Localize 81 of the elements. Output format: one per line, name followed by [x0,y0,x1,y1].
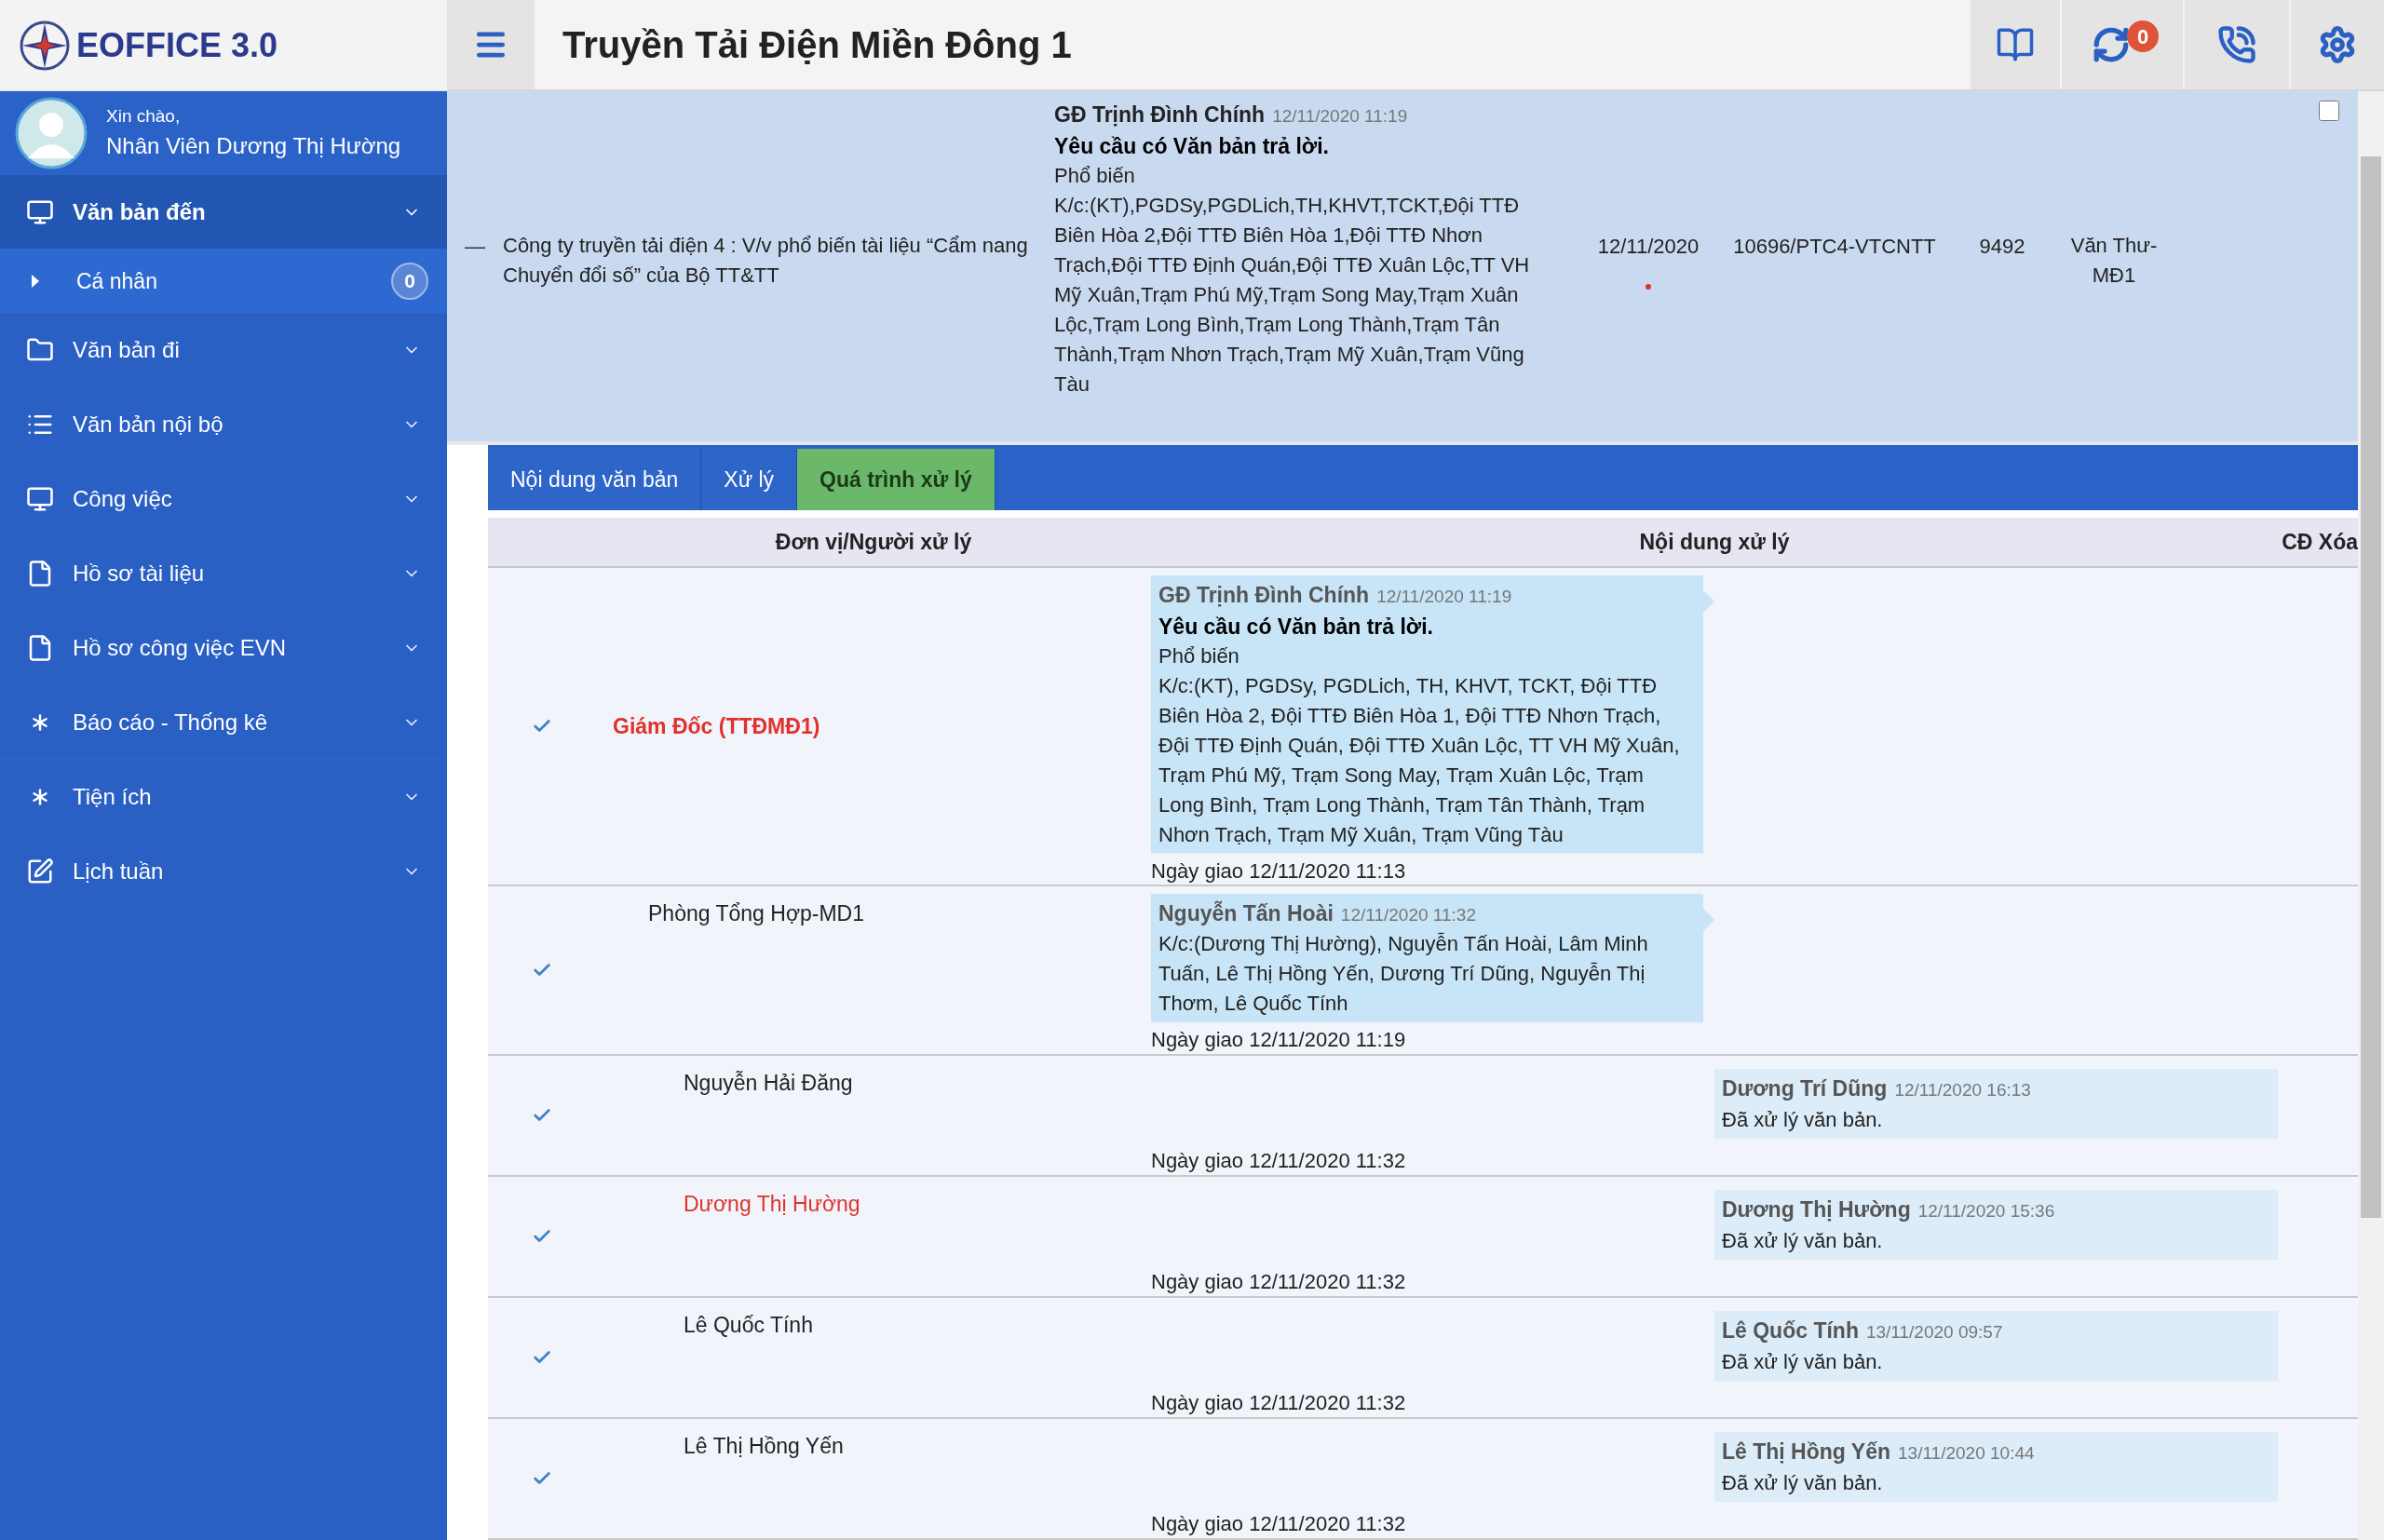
author-name: GĐ Trịnh Đình Chính [1054,101,1266,128]
content-text: K/c:(Dương Thị Hường), Nguyễn Tấn Hoài, Lâm Minh Tuấn, Lê Thị Hồng Yến, Dương Trí Dũng, Nguyễn Thị Thơm, Lê Quốc Tính [1158,931,1649,1018]
content-text: Đã xử lý văn bản. [1722,1348,1884,1375]
content-text: Phổ biến [1158,642,1240,669]
menu-label: Văn bản đi [73,335,181,364]
assigned-date: Ngày giao 12/11/2020 11:32 [1151,1148,1407,1174]
assigned-date: Ngày giao 12/11/2020 11:13 [1151,858,1407,885]
document-date: 12/11/2020 [1597,234,1700,260]
content-text: Đã xử lý văn bản. [1722,1227,1884,1254]
settings-button[interactable] [2291,0,2384,89]
settings-icon [2318,25,2357,64]
handler-name: Lê Quốc Tính [684,1312,813,1339]
content-text: K/c:(KT), PGDSy, PGDLich, TH, KHVT, TCKT, Đội TTĐ Biên Hòa 2, Đội TTĐ Biên Hòa 1, Đội TTĐ Nhơn Trạch, Đội TTĐ Định Quán, Đội TTĐ Xuân Lộc, TT VH Mỹ Xuân, Trạm Phú Mỹ, Trạm Song May, Trạm Xuân Lộc, Trạm Long Bình, Trạm Long Thành, Trạm Tân Thành, Trạm Nhơn Trạch, Trạm Mỹ Xuân, Trạm Vũng Tàu [1158,672,1681,848]
timestamp: 12/11/2020 16:13 [1894,1079,2031,1101]
tab[interactable]: Quá trình xử lý [797,449,996,510]
assigned-date: Ngày giao 12/11/2020 11:32 [1151,1390,1407,1416]
handler-name: Lê Thị Hồng Yến [684,1433,844,1460]
author-name: Lê Thị Hồng Yến [1722,1439,1891,1466]
sidebar-item[interactable]: Văn bản đến [0,175,447,250]
column-header: Đơn vị/Người xử lý [774,528,973,556]
handler-name: Nguyễn Hải Đăng [684,1070,853,1097]
handler-name: Phòng Tổng Hợp-MD1 [648,899,864,927]
author-name: Dương Trí Dũng [1722,1075,1888,1102]
author-name: Dương Thị Hường [1722,1196,1911,1223]
menu-label: Hồ sơ tài liệu [73,559,206,588]
greeting-text: Xin chào, [106,104,182,128]
caret-icon [32,275,39,288]
app-logo-text: EOFFICE 3.0 [76,24,278,66]
menu-label: Báo cáo - Thống kê [73,708,269,736]
content-text: K/c:(KT),PGDSy,PGDLich,TH,KHVT,TCKT,Đội TTĐ Biên Hòa 2,Đội TTĐ Biên Hòa 1,Đội TTĐ Nhơn Trạch,Đội TTĐ Định Quán,Đội TTĐ Xuân Lộc,TT VH Mỹ Xuân,Trạm Phú Mỹ,Trạm Song May,Trạm Xuân Lộc,Trạm Long Bình,Trạm Long Thành,Trạm Tân Thành,Trạm Nhơn Trạch,Trạm Mỹ Xuân,Trạm Vũng Tàu [1054,192,1531,398]
menu-label: Lịch tuần [73,857,165,885]
timestamp: 13/11/2020 10:44 [1898,1442,2035,1465]
timestamp: 12/11/2020 11:19 [1376,586,1512,608]
scrollbar[interactable] [2358,91,2384,1540]
request-text: Yêu cầu có Văn bản trả lời. [1158,613,1434,641]
phone-icon [2217,25,2256,64]
handler-name: Giám Đốc (TTĐMĐ1) [613,713,820,740]
submenu-item[interactable]: Cá nhân 0 [0,250,447,313]
author-name: Lê Quốc Tính [1722,1317,1859,1344]
document-row[interactable] [447,91,2358,445]
notification-badge: 0 [2127,20,2159,52]
logo-icon [19,19,71,72]
menu-label: Văn bản nội bộ [73,410,224,439]
handbook-button[interactable] [1971,0,2060,89]
column-header: CĐ Xóa [2281,528,2358,556]
page-title: Truyền Tải Điện Miền Đông 1 [562,23,1073,67]
count-badge: 0 [391,263,428,300]
content-text: Đã xử lý văn bản. [1722,1469,1884,1496]
menu-button[interactable] [447,0,535,89]
scrollbar-thumb[interactable] [2361,156,2381,1218]
column-header: Nội dung xử lý [1638,528,1791,556]
document-number: 10696/PTC4-VTCNTT [1732,234,1937,260]
avatar-icon [15,97,88,169]
request-text: Yêu cầu có Văn bản trả lời. [1054,132,1330,160]
document-code: 9492 [1978,234,2026,260]
timestamp: 12/11/2020 15:36 [1917,1200,2055,1223]
select-checkbox[interactable] [2319,101,2339,121]
sender-name: Văn Thư-MĐ1 [2069,233,2159,289]
handler-name: Dương Thị Hường [684,1191,860,1218]
menu-label: Tiện ích [73,782,153,811]
sync-button[interactable]: 0 [2062,0,2183,89]
menu-label: Văn bản đến [73,197,207,226]
timestamp: 13/11/2020 09:57 [1865,1321,2003,1344]
content-text: Đã xử lý văn bản. [1722,1106,1884,1133]
author-name: Nguyễn Tấn Hoài [1158,899,1334,927]
phone-button[interactable] [2185,0,2289,89]
edit-icon [26,857,54,885]
assigned-date: Ngày giao 12/11/2020 11:32 [1151,1511,1407,1537]
menu-label: Công việc [73,484,173,513]
user-name: Nhân Viên Dương Thị Hường [106,132,401,161]
timestamp: 12/11/2020 11:19 [1272,105,1408,128]
assigned-date: Ngày giao 12/11/2020 11:32 [1151,1269,1407,1295]
menu-label: Cá nhân [76,267,158,295]
menu-label: Hồ sơ công việc EVN [73,633,288,662]
author-name: GĐ Trịnh Đình Chính [1158,582,1370,609]
collapse-toggle[interactable]: — [447,231,503,262]
timestamp: 12/11/2020 11:32 [1340,903,1476,926]
content-text: Phổ biến [1054,162,1136,189]
assigned-date: Ngày giao 12/11/2020 11:19 [1151,1027,1407,1054]
document-summary: Công ty truyền tải điện 4 : V/v phổ biến tài liệu “Cẩm nang Chuyển đổi số” của Bộ TT&TT [503,233,1029,289]
sync-icon [2092,25,2131,64]
